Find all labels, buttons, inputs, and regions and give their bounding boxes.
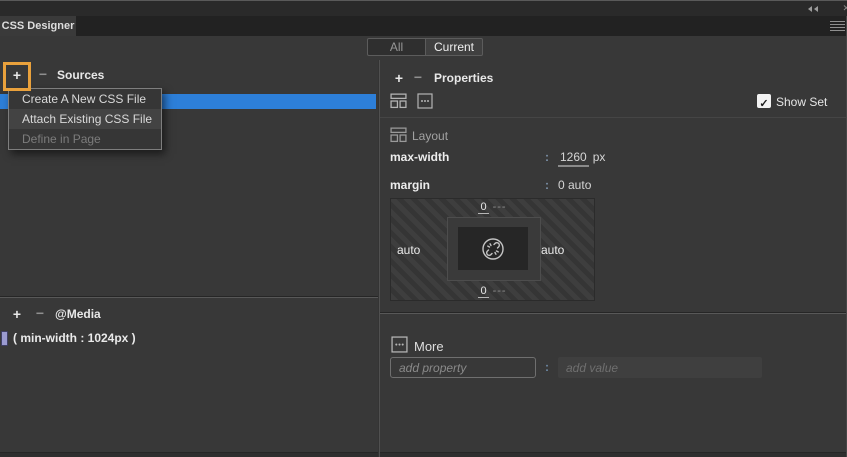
menu-item-define-in-page: Define in Page <box>9 129 161 149</box>
tab-bar: CSS Designer <box>0 16 847 36</box>
more-category-icon[interactable] <box>417 93 433 109</box>
max-width-colon: : <box>545 150 549 164</box>
media-remove-button[interactable]: − <box>32 305 48 323</box>
show-set-checkbox[interactable]: ✓ <box>757 94 771 108</box>
max-width-unit[interactable]: px <box>593 150 606 164</box>
margin-inner-box <box>447 217 541 281</box>
mode-toggle: All Current <box>367 38 483 56</box>
margin-colon: : <box>545 178 549 192</box>
margin-box: 0 --- auto auto 0 --- <box>390 198 595 301</box>
current-button[interactable]: Current <box>425 38 483 56</box>
tab-css-designer[interactable]: CSS Designer <box>0 16 76 36</box>
panel-divider-vertical[interactable] <box>378 60 380 457</box>
max-width-label: max-width <box>390 150 449 164</box>
layout-section-title: Layout <box>412 129 448 143</box>
collapse-panels-icon[interactable] <box>808 6 818 12</box>
margin-top-dashes: --- <box>493 201 507 213</box>
max-width-value[interactable]: 1260 px <box>558 150 605 164</box>
media-indicator <box>1 331 8 346</box>
more-section-icon <box>391 336 408 353</box>
max-width-number[interactable]: 1260 <box>558 150 589 167</box>
sources-remove-button[interactable]: − <box>35 66 51 84</box>
more-colon: : <box>545 360 549 374</box>
margin-bottom-value[interactable]: 0 <box>478 285 488 298</box>
margin-label: margin <box>390 178 430 192</box>
margin-top-value[interactable]: 0 <box>478 201 488 214</box>
broken-link-icon[interactable] <box>480 236 506 262</box>
sources-title: Sources <box>57 68 104 82</box>
click-highlight <box>3 62 31 91</box>
css-designer-panel: ✕ CSS Designer All Current + − Sources C… <box>0 0 847 457</box>
margin-bottom-line: 0 --- <box>391 285 594 297</box>
sources-context-menu: Create A New CSS File Attach Existing CS… <box>8 88 162 150</box>
add-property-input[interactable] <box>390 357 536 378</box>
media-row-label: ( min-width : 1024px ) <box>13 331 136 345</box>
properties-section-divider <box>379 312 847 314</box>
panel-menu-icon[interactable] <box>830 21 845 31</box>
left-section-divider <box>0 296 378 298</box>
media-row[interactable]: ( min-width : 1024px ) <box>0 329 378 348</box>
margin-right-value[interactable]: auto <box>541 243 564 257</box>
layout-category-icon[interactable] <box>390 92 407 109</box>
properties-title: Properties <box>434 71 493 85</box>
add-value-input[interactable] <box>558 357 762 378</box>
top-strip: ✕ <box>0 0 847 16</box>
media-add-button[interactable]: + <box>8 305 26 323</box>
close-partial-icon[interactable]: ✕ <box>842 3 847 14</box>
properties-add-button[interactable]: + <box>390 69 408 87</box>
margin-content-box <box>458 227 528 270</box>
more-section-title: More <box>414 339 444 354</box>
all-button[interactable]: All <box>367 38 426 56</box>
margin-top-line: 0 --- <box>391 201 594 213</box>
layout-section-icon <box>390 126 407 143</box>
menu-item-attach-css[interactable]: Attach Existing CSS File <box>9 109 161 129</box>
show-set-check-glyph: ✓ <box>759 98 768 110</box>
menu-item-create-css[interactable]: Create A New CSS File <box>9 89 161 109</box>
margin-left-value[interactable]: auto <box>397 243 420 257</box>
properties-toolbar-divider <box>379 117 847 118</box>
media-title: @Media <box>55 307 101 321</box>
properties-remove-button[interactable]: − <box>410 69 426 87</box>
show-set-label: Show Set <box>776 95 827 109</box>
margin-bottom-dashes: --- <box>493 285 507 297</box>
margin-value[interactable]: 0 auto <box>558 178 591 192</box>
bottom-strip <box>0 452 847 457</box>
